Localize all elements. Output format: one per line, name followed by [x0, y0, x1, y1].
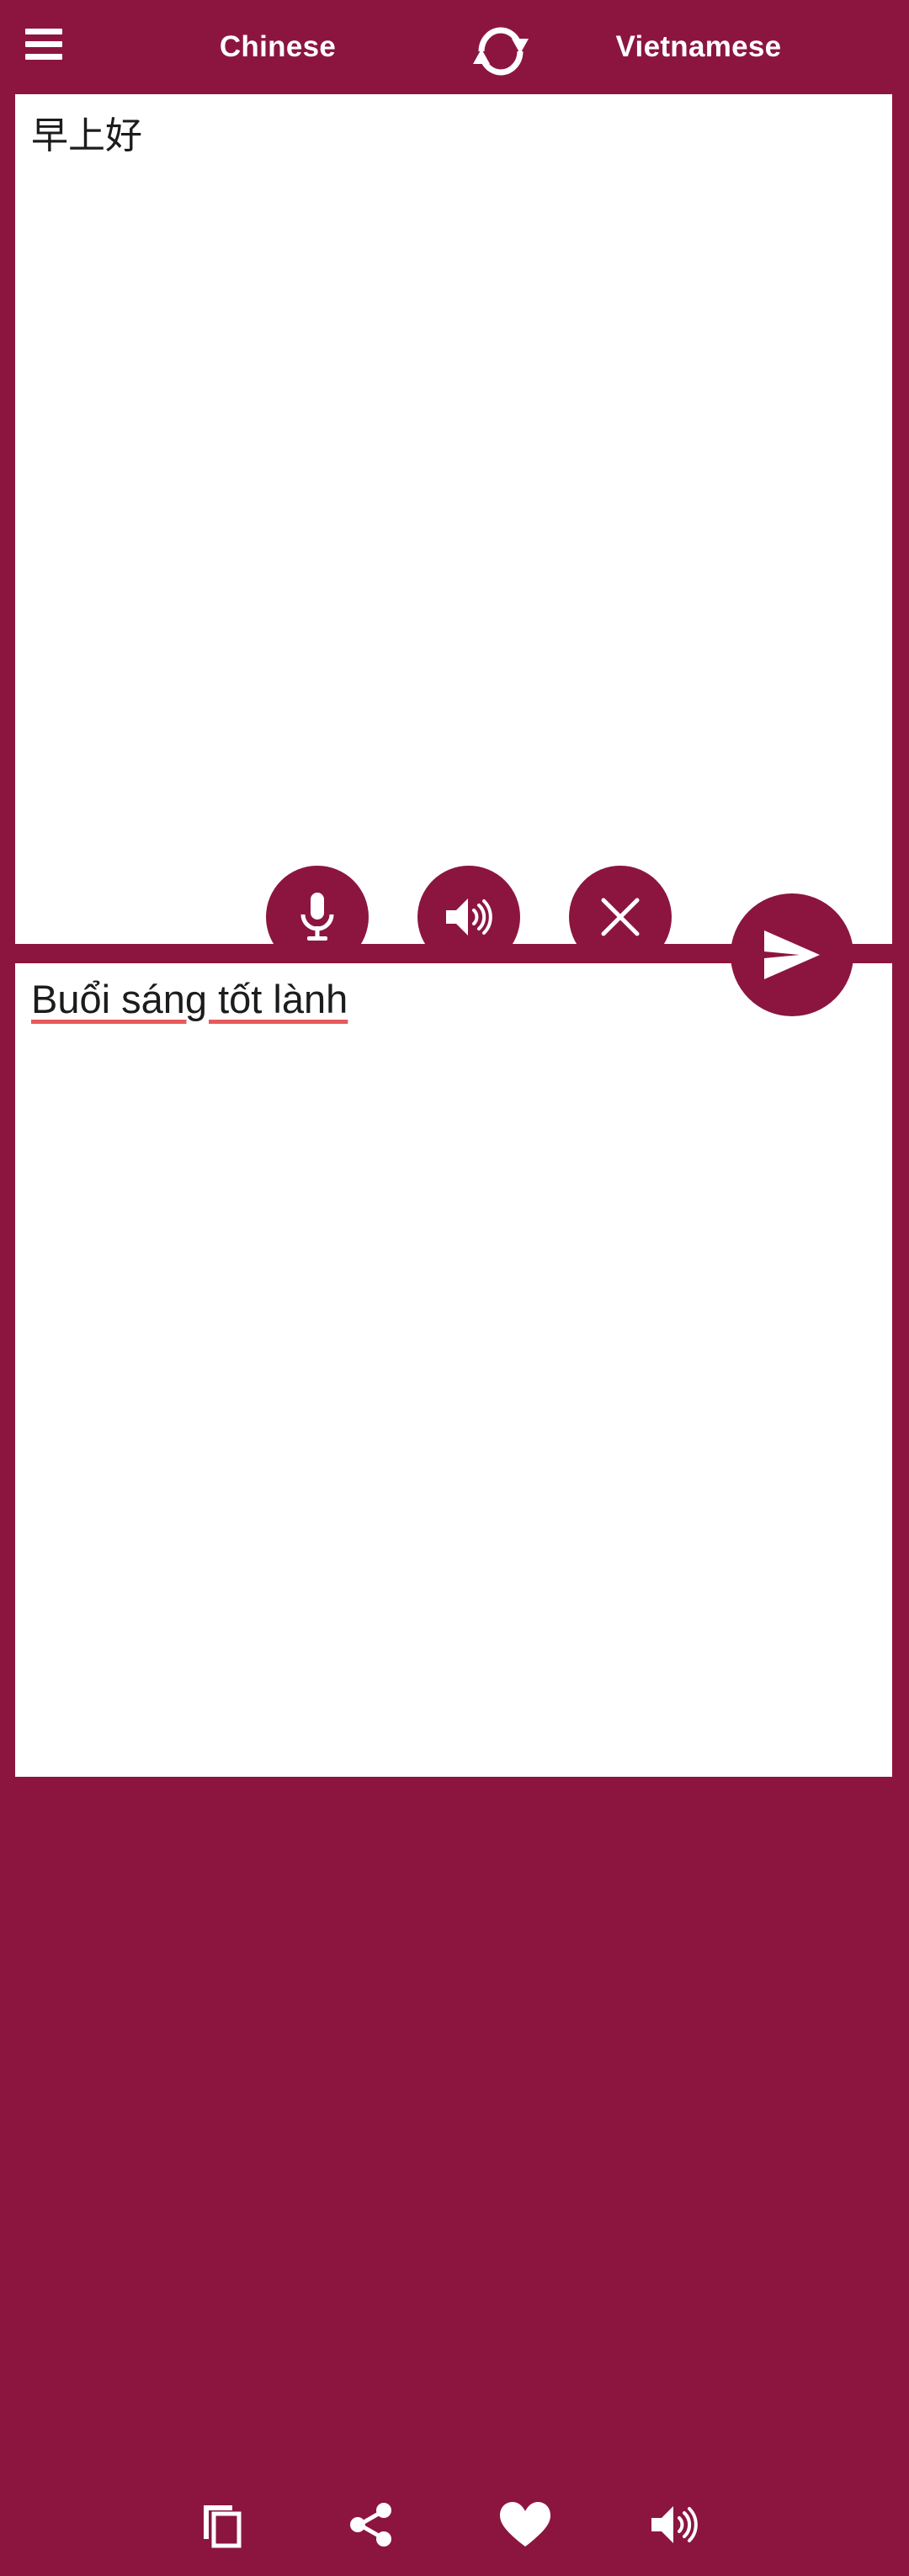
hamburger-menu-icon[interactable] [12, 12, 76, 76]
speak-target-button[interactable] [623, 2473, 726, 2576]
source-text-panel[interactable]: 早上好 [15, 94, 892, 968]
heart-icon [500, 2502, 550, 2547]
share-icon [350, 2503, 391, 2547]
clear-button[interactable] [569, 866, 672, 968]
source-language-selector[interactable]: Chinese [152, 0, 404, 94]
speaker-icon [651, 2506, 698, 2543]
source-text-input[interactable]: 早上好 [31, 113, 875, 159]
send-translate-button[interactable] [731, 893, 853, 1016]
microphone-icon [300, 893, 334, 941]
speaker-icon [446, 898, 492, 936]
target-text-panel[interactable]: Buổi sáng tốt lành [15, 963, 892, 2576]
target-language-selector[interactable]: Vietnamese [522, 0, 875, 94]
close-icon [601, 898, 640, 936]
copy-icon [204, 2505, 242, 2548]
microphone-button[interactable] [266, 866, 369, 968]
speak-source-button[interactable] [417, 866, 520, 968]
copy-button[interactable] [171, 2473, 274, 2576]
top-app-bar: Chinese Vietnamese [0, 0, 909, 94]
menu-bar-3 [25, 53, 62, 60]
menu-bar-2 [25, 40, 62, 47]
menu-bar-1 [25, 28, 62, 34]
send-icon [764, 930, 820, 979]
share-button[interactable] [320, 2473, 423, 2576]
favorite-button[interactable] [474, 2473, 577, 2576]
